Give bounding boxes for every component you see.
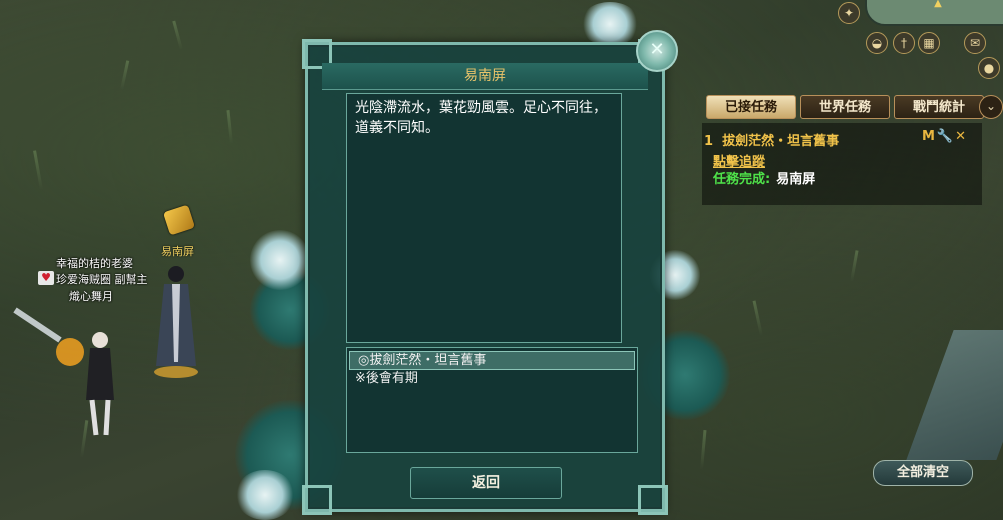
quest-name: 拔劍茫然・坦言舊事: [722, 134, 840, 149]
grass-tuft: [850, 250, 859, 283]
lotus-flower: [580, 2, 640, 46]
clear-all-button[interactable]: 全部清空: [873, 460, 973, 486]
dialog-option-farewell[interactable]: ※後會有期: [347, 370, 637, 387]
dialog-title: 易南屏: [322, 63, 648, 90]
quest-done-label: 任務完成:: [713, 172, 771, 187]
player-name: 幸福的桔的老婆: [56, 257, 133, 270]
back-button[interactable]: 返回: [410, 467, 562, 499]
frame-corner: [638, 485, 668, 515]
dialog-text: 光陰滯流水，葉花勁風雲。足心不同往，道義不同知。: [346, 93, 622, 343]
tab-accepted-quests[interactable]: 已接任務: [706, 95, 796, 119]
quest-done-target[interactable]: 易南屏: [776, 172, 815, 187]
player-guild: 珍爱海贼圈 副幫主: [56, 273, 148, 286]
grass-tuft: [33, 150, 43, 191]
close-icon[interactable]: ✕: [636, 30, 678, 72]
rock: [906, 330, 1003, 460]
player-figure[interactable]: [10, 300, 120, 440]
compass-icon[interactable]: ✦: [838, 2, 860, 24]
heart-icon: ♥: [38, 271, 54, 285]
quest-index: 1: [704, 134, 714, 149]
map-marker-icon: ▲: [934, 0, 942, 9]
quest-scroll-icon[interactable]: [162, 204, 196, 236]
quest-action-icons[interactable]: M🔧✕: [922, 129, 968, 144]
chevron-down-icon[interactable]: ⌄: [979, 95, 1003, 119]
dialog-option-quest[interactable]: ◎拔劍茫然・坦言舊事: [349, 351, 635, 370]
tab-battle-stats[interactable]: 戰鬥統計: [894, 95, 984, 119]
tab-world-quests[interactable]: 世界任務: [800, 95, 890, 119]
grass-tuft: [752, 300, 763, 337]
mail-icon[interactable]: ✉: [964, 32, 986, 54]
dialog-options: ◎拔劍茫然・坦言舊事 ※後會有期: [346, 347, 638, 453]
npc-name-label: 易南屏: [161, 245, 194, 258]
menu-icon[interactable]: ●: [978, 57, 1000, 79]
quest-tabs: 已接任務 世界任務 戰鬥統計: [706, 95, 996, 119]
lotus-flower: [235, 470, 295, 520]
grass-tuft: [226, 110, 233, 145]
sword-icon[interactable]: †: [893, 32, 915, 54]
quest-title[interactable]: 1 拔劍茫然・坦言舊事: [704, 130, 839, 149]
grass-tuft: [700, 430, 707, 471]
npc-figure[interactable]: [150, 262, 202, 380]
grass-tuft: [172, 20, 183, 51]
gold-ingot-icon[interactable]: ◒: [866, 32, 888, 54]
grass-tuft: [120, 60, 130, 91]
npc-dialog: 易南屏 光陰滯流水，葉花勁風雲。足心不同往，道義不同知。 ◎拔劍茫然・坦言舊事 …: [302, 39, 668, 515]
lotus-flower: [250, 230, 310, 290]
frame-corner: [302, 485, 332, 515]
quest-completion: 任務完成: 易南屏: [713, 168, 815, 187]
calendar-icon[interactable]: ▦: [918, 32, 940, 54]
